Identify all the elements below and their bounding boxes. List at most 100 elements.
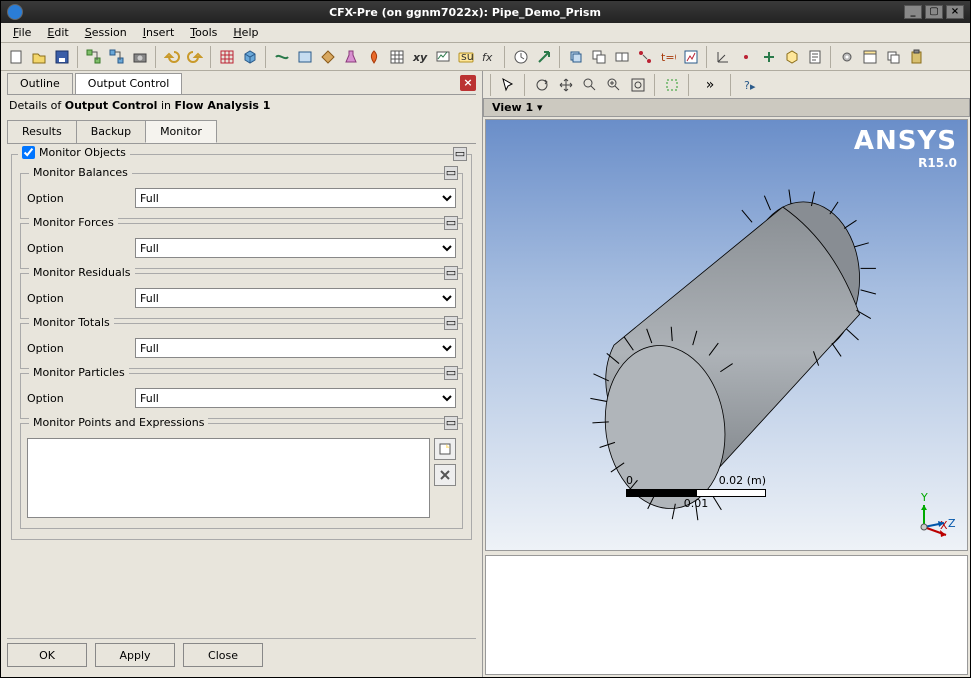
cube2-icon[interactable] <box>781 46 803 68</box>
monitor-points-list[interactable] <box>27 438 430 518</box>
arrow-icon[interactable] <box>533 46 555 68</box>
rotate-icon[interactable] <box>531 74 553 96</box>
view-toolbar: » ?▸ <box>483 71 970 99</box>
details-label: Details of Output Control in Flow Analys… <box>7 95 476 116</box>
collapse-icon[interactable]: ▭ <box>453 147 467 161</box>
view-label[interactable]: View 1 ▾ <box>483 99 970 117</box>
close-tab-button[interactable]: × <box>460 75 476 91</box>
menu-help[interactable]: Help <box>225 24 266 41</box>
svg-text:Y: Y <box>920 492 928 504</box>
message-area[interactable] <box>485 555 968 675</box>
gear-icon[interactable] <box>836 46 858 68</box>
stack2-icon[interactable] <box>588 46 610 68</box>
svg-text:t=0: t=0 <box>661 51 676 64</box>
pan-icon[interactable] <box>555 74 577 96</box>
new-icon[interactable] <box>5 46 27 68</box>
stack1-icon[interactable] <box>565 46 587 68</box>
particles-option-select[interactable]: Full <box>135 388 456 408</box>
viewport-3d[interactable]: ANSYS R15.0 <box>485 119 968 551</box>
tree2-icon[interactable] <box>106 46 128 68</box>
collapse-icon[interactable]: ▭ <box>444 416 458 430</box>
boundary-icon[interactable] <box>317 46 339 68</box>
forces-option-label: Option <box>27 242 135 255</box>
menu-file[interactable]: File <box>5 24 39 41</box>
main-toolbar: xy sub fx t=0 <box>1 43 970 71</box>
residuals-option-label: Option <box>27 292 135 305</box>
undo-icon[interactable] <box>161 46 183 68</box>
forces-option-select[interactable]: Full <box>135 238 456 258</box>
subtab-monitor[interactable]: Monitor <box>145 120 217 143</box>
maximize-button[interactable]: ▢ <box>925 5 943 19</box>
triad-icon[interactable] <box>712 46 734 68</box>
minimize-button[interactable]: _ <box>904 5 922 19</box>
apply-button[interactable]: Apply <box>95 643 175 667</box>
close-button[interactable]: Close <box>183 643 263 667</box>
menu-session[interactable]: Session <box>77 24 135 41</box>
t0-icon[interactable]: t=0 <box>657 46 679 68</box>
tab-outline[interactable]: Outline <box>7 73 73 94</box>
clipboard-icon[interactable] <box>905 46 927 68</box>
zoom-icon[interactable] <box>579 74 601 96</box>
close-window-button[interactable]: × <box>946 5 964 19</box>
menu-edit[interactable]: Edit <box>39 24 76 41</box>
group-monitor-particles: Monitor Particles ▭ Option Full <box>20 373 463 419</box>
fire-icon[interactable] <box>363 46 385 68</box>
stack3-icon[interactable] <box>611 46 633 68</box>
flow-icon[interactable] <box>271 46 293 68</box>
save-icon[interactable] <box>51 46 73 68</box>
collapse-icon[interactable]: ▭ <box>444 366 458 380</box>
collapse-icon[interactable]: ▭ <box>444 166 458 180</box>
redo-icon[interactable] <box>184 46 206 68</box>
node-icon[interactable] <box>634 46 656 68</box>
arrows-icon[interactable] <box>758 46 780 68</box>
subtab-results[interactable]: Results <box>7 120 77 143</box>
monitor-objects-checkbox[interactable] <box>22 146 35 159</box>
result-icon[interactable] <box>680 46 702 68</box>
residuals-option-select[interactable]: Full <box>135 288 456 308</box>
copy-icon[interactable] <box>882 46 904 68</box>
tree-icon[interactable] <box>83 46 105 68</box>
box-icon[interactable] <box>239 46 261 68</box>
zoom-box-icon[interactable] <box>603 74 625 96</box>
app-icon <box>7 4 23 20</box>
mesh-icon[interactable] <box>216 46 238 68</box>
menu-insert[interactable]: Insert <box>135 24 183 41</box>
group-monitor-points: Monitor Points and Expressions ▭ <box>20 423 463 529</box>
fx-icon[interactable]: fx <box>478 46 500 68</box>
menubar: File Edit Session Insert Tools Help <box>1 23 970 43</box>
point-icon[interactable] <box>735 46 757 68</box>
subtab-backup[interactable]: Backup <box>76 120 146 143</box>
group-monitor-totals: Monitor Totals ▭ Option Full <box>20 323 463 369</box>
help-icon[interactable]: ?▸ <box>737 74 759 96</box>
collapse-icon[interactable]: ▭ <box>444 266 458 280</box>
collapse-icon[interactable]: ▭ <box>444 316 458 330</box>
group-monitor-balances: Monitor Balances ▭ Option Full <box>20 173 463 219</box>
sub-icon[interactable]: sub <box>455 46 477 68</box>
grid-icon[interactable] <box>386 46 408 68</box>
open-icon[interactable] <box>28 46 50 68</box>
tab-output-control[interactable]: Output Control <box>75 73 182 94</box>
window-title: CFX-Pre (on ggnm7022x): Pipe_Demo_Prism <box>29 6 901 19</box>
monitor-icon[interactable] <box>432 46 454 68</box>
totals-option-select[interactable]: Full <box>135 338 456 358</box>
ok-button[interactable]: OK <box>7 643 87 667</box>
domain-icon[interactable] <box>294 46 316 68</box>
group-monitor-forces: Monitor Forces ▭ Option Full <box>20 223 463 269</box>
window2-icon[interactable] <box>859 46 881 68</box>
new-item-button[interactable] <box>434 438 456 460</box>
balances-option-select[interactable]: Full <box>135 188 456 208</box>
fit-icon[interactable] <box>627 74 649 96</box>
camera-icon[interactable] <box>129 46 151 68</box>
cursor-icon[interactable] <box>497 74 519 96</box>
svg-text:X: X <box>940 519 948 532</box>
flask-icon[interactable] <box>340 46 362 68</box>
monitor-objects-label: Monitor Objects <box>39 146 126 159</box>
collapse-icon[interactable]: ▭ <box>444 216 458 230</box>
more-icon[interactable]: » <box>695 77 725 93</box>
select-icon[interactable] <box>661 74 683 96</box>
clock-icon[interactable] <box>510 46 532 68</box>
script-icon[interactable] <box>804 46 826 68</box>
delete-item-button[interactable] <box>434 464 456 486</box>
menu-tools[interactable]: Tools <box>182 24 225 41</box>
xy-icon[interactable]: xy <box>409 46 431 68</box>
